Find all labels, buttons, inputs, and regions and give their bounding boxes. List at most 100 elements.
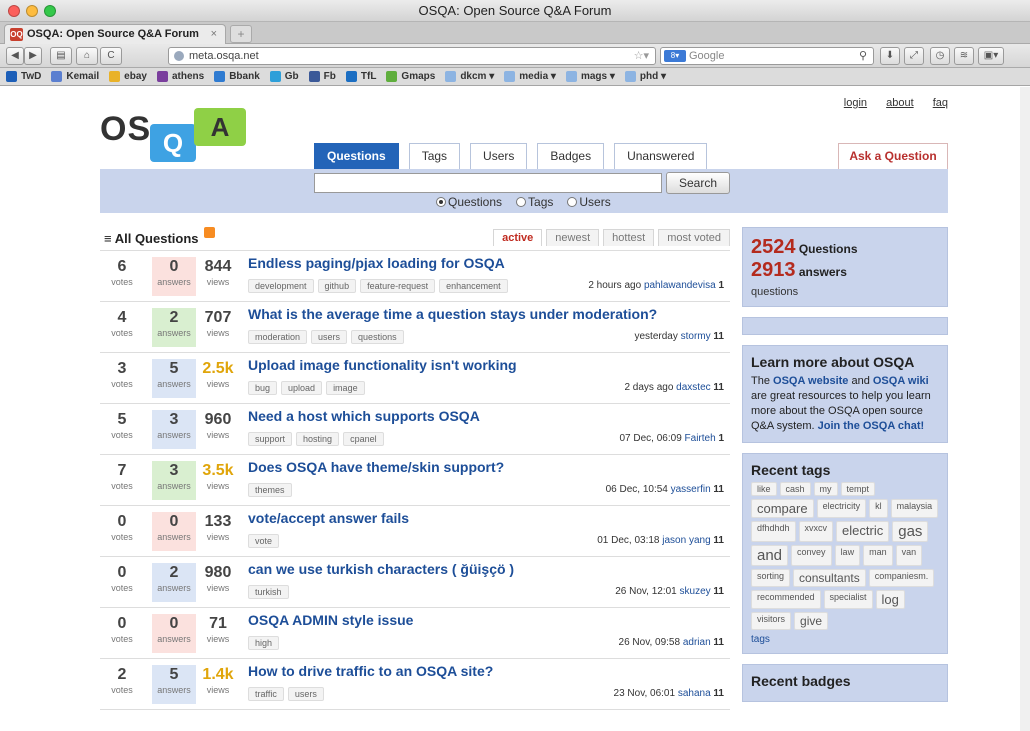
cloud-tag[interactable]: my: [813, 482, 838, 496]
question-title-link[interactable]: Endless paging/pjax loading for OSQA: [248, 255, 505, 271]
tag-chip[interactable]: themes: [248, 483, 292, 497]
site-search-input[interactable]: [314, 173, 662, 193]
tab-unanswered[interactable]: Unanswered: [614, 143, 708, 169]
tag-chip[interactable]: hosting: [296, 432, 340, 446]
tag-chip[interactable]: moderation: [248, 330, 308, 344]
cloud-tag[interactable]: sorting: [751, 569, 791, 587]
back-button[interactable]: ◀: [6, 47, 24, 65]
osqa-chat-link[interactable]: Join the OSQA chat!: [818, 420, 925, 432]
rss-icon[interactable]: ≋: [954, 47, 974, 65]
user-link[interactable]: jason yang: [662, 535, 710, 546]
cloud-tag[interactable]: cash: [779, 482, 811, 496]
new-tab-button[interactable]: +: [230, 25, 252, 43]
home-button[interactable]: ⌂: [76, 47, 98, 65]
reload-button[interactable]: C: [100, 47, 122, 65]
tag-chip[interactable]: upload: [281, 381, 323, 395]
question-title-link[interactable]: Does OSQA have theme/skin support?: [248, 459, 504, 475]
tag-chip[interactable]: github: [317, 279, 357, 293]
cloud-tag[interactable]: give: [794, 612, 829, 630]
osqa-wiki-link[interactable]: OSQA wiki: [873, 375, 929, 387]
fullscreen-icon[interactable]: ⤢: [904, 47, 924, 65]
tag-chip[interactable]: users: [311, 330, 348, 344]
rss-feed-icon[interactable]: [204, 227, 215, 238]
tag-chip[interactable]: questions: [351, 330, 404, 344]
radio-users[interactable]: Users: [567, 195, 611, 209]
download-icon[interactable]: ⬇: [880, 47, 900, 65]
question-title-link[interactable]: How to drive traffic to an OSQA site?: [248, 663, 493, 679]
cloud-tag[interactable]: dfhdhdh: [751, 521, 796, 542]
close-tab-icon[interactable]: ×: [211, 25, 217, 44]
cloud-tag[interactable]: convey: [791, 545, 832, 566]
bookmark-star-icon[interactable]: ☆▾: [634, 48, 649, 64]
sort-hottest[interactable]: hottest: [603, 229, 655, 246]
cloud-tag[interactable]: recommended: [751, 590, 821, 609]
tab-badges[interactable]: Badges: [537, 143, 605, 169]
url-field[interactable]: meta.osqa.net ☆▾: [168, 47, 656, 65]
cloud-tag[interactable]: tempt: [840, 482, 876, 496]
radio-tags[interactable]: Tags: [516, 195, 553, 209]
user-link[interactable]: adrian: [683, 637, 711, 648]
question-title-link[interactable]: What is the average time a question stay…: [248, 306, 657, 322]
bookmark-item[interactable]: ebay: [109, 71, 147, 82]
sort-active[interactable]: active: [493, 229, 543, 246]
question-title-link[interactable]: vote/accept answer fails: [248, 510, 409, 526]
cloud-tag[interactable]: specialist: [823, 590, 873, 609]
page-scrollbar[interactable]: [1020, 87, 1030, 731]
faq-link[interactable]: faq: [933, 97, 948, 109]
minimize-window-button[interactable]: [26, 5, 38, 17]
question-title-link[interactable]: can we use turkish characters ( ğüişçö ): [248, 561, 514, 577]
youtube-icon[interactable]: ▤: [50, 47, 72, 65]
tag-chip[interactable]: turkish: [248, 585, 289, 599]
bookmark-item[interactable]: Gb: [269, 71, 299, 82]
forward-button[interactable]: ▶: [24, 47, 42, 65]
menu-icon[interactable]: ▣▾: [978, 47, 1004, 65]
web-search-field[interactable]: 8▾ Google ⚲: [660, 47, 874, 65]
tag-chip[interactable]: traffic: [248, 687, 284, 701]
question-title-link[interactable]: Need a host which supports OSQA: [248, 408, 480, 424]
question-title-link[interactable]: Upload image functionality isn't working: [248, 357, 517, 373]
about-link[interactable]: about: [886, 97, 914, 109]
history-icon[interactable]: ◷: [930, 47, 950, 65]
cloud-tag[interactable]: electric: [836, 521, 890, 542]
bookmark-item[interactable]: Bbank: [214, 71, 260, 82]
browser-tab[interactable]: OQ OSQA: Open Source Q&A Forum ×: [4, 24, 226, 44]
search-button[interactable]: Search: [666, 172, 730, 194]
bookmark-item[interactable]: Kemail: [51, 71, 99, 82]
user-link[interactable]: skuzey: [680, 586, 711, 597]
close-window-button[interactable]: [8, 5, 20, 17]
osqa-logo[interactable]: OS Q A: [100, 102, 260, 162]
all-tags-link[interactable]: tags: [751, 634, 939, 645]
tab-tags[interactable]: Tags: [408, 143, 461, 169]
cloud-tag[interactable]: visitors: [751, 612, 792, 630]
bookmark-item[interactable]: TfL: [345, 71, 376, 82]
tag-chip[interactable]: bug: [248, 381, 278, 395]
cloud-tag[interactable]: compare: [751, 499, 814, 518]
cloud-tag[interactable]: man: [863, 545, 893, 566]
bookmark-item[interactable]: athens: [156, 71, 204, 82]
login-link[interactable]: login: [844, 97, 867, 109]
user-link[interactable]: Fairteh: [685, 433, 716, 444]
cloud-tag[interactable]: companiesm.: [868, 569, 935, 587]
bookmark-item[interactable]: phd ▾: [624, 71, 666, 82]
sort-most-voted[interactable]: most voted: [658, 229, 730, 246]
cloud-tag[interactable]: electricity: [816, 499, 867, 518]
user-link[interactable]: sahana: [678, 688, 711, 699]
cloud-tag[interactable]: law: [834, 545, 861, 566]
user-link[interactable]: yasserfin: [671, 484, 711, 495]
bookmark-item[interactable]: TwD: [6, 71, 41, 82]
cloud-tag[interactable]: gas: [892, 521, 929, 542]
tag-chip[interactable]: cpanel: [343, 432, 384, 446]
cloud-tag[interactable]: like: [751, 482, 777, 496]
zoom-window-button[interactable]: [44, 5, 56, 17]
tag-chip[interactable]: vote: [248, 534, 280, 548]
cloud-tag[interactable]: kl: [869, 499, 888, 518]
osqa-website-link[interactable]: OSQA website: [773, 375, 848, 387]
radio-questions[interactable]: Questions: [436, 195, 502, 209]
tag-chip[interactable]: feature-request: [360, 279, 436, 293]
tag-chip[interactable]: image: [326, 381, 365, 395]
bookmark-item[interactable]: Fb: [308, 71, 336, 82]
cloud-tag[interactable]: and: [751, 545, 789, 566]
tag-chip[interactable]: high: [248, 636, 280, 650]
tag-chip[interactable]: support: [248, 432, 293, 446]
bookmark-item[interactable]: mags ▾: [565, 71, 615, 82]
